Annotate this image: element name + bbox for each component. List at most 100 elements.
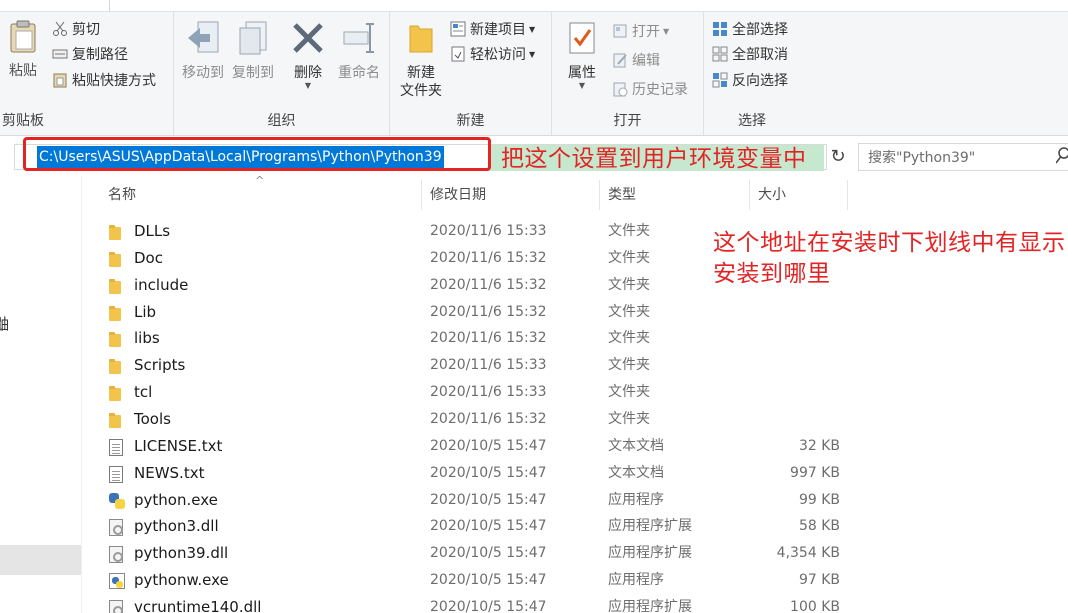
nav-item-selected[interactable] (0, 545, 81, 575)
file-name: Lib (134, 302, 157, 321)
folder-icon (108, 384, 126, 402)
delete-label: 删除 (294, 65, 322, 81)
file-type: 文件夹 (608, 330, 650, 347)
copy-to-button[interactable]: 复制到 (230, 20, 276, 82)
chevron-down-icon: ▼ (663, 26, 670, 36)
select-all-button[interactable]: 全部选择 (712, 18, 788, 40)
chevron-down-icon: ▼ (529, 24, 536, 34)
column-header-name[interactable]: 名称 (100, 180, 422, 210)
paste-button[interactable]: 粘贴 (4, 20, 42, 80)
file-type: 应用程序扩展 (608, 518, 692, 535)
file-row[interactable]: python.exe 2020/10/5 15:47 应用程序 99 KB (100, 487, 860, 514)
copy-to-icon (239, 21, 267, 55)
file-row[interactable]: Scripts 2020/11/6 15:33 文件夹 (100, 352, 860, 379)
rename-button[interactable]: 重命名 (334, 20, 384, 82)
delete-button[interactable]: 删除 ▼ (288, 20, 328, 90)
file-row[interactable]: python3.dll 2020/10/5 15:47 应用程序扩展 58 KB (100, 513, 860, 540)
file-name: python3.dll (134, 517, 219, 536)
file-name: Scripts (134, 356, 186, 375)
select-none-button[interactable]: 全部取消 (712, 43, 788, 65)
text-file-icon (108, 438, 126, 456)
chevron-down-icon: ▼ (578, 81, 586, 90)
file-row[interactable]: libs 2020/11/6 15:32 文件夹 (100, 325, 860, 352)
copy-path-button[interactable]: 复制路径 (52, 43, 128, 65)
file-date: 2020/10/5 15:47 (430, 598, 547, 613)
open-group: 属性 ▼ 打开 ▼ 编辑 历史记录 打开 (552, 12, 704, 135)
new-folder-label-2: 文件夹 (400, 83, 442, 99)
column-header-size[interactable]: 大小 (750, 180, 848, 210)
invert-selection-label: 反向选择 (732, 73, 788, 89)
column-date-label: 修改日期 (430, 187, 486, 203)
move-to-button[interactable]: 移动到 (180, 20, 226, 82)
file-type: 文本文档 (608, 437, 664, 454)
copy-path-label: 复制路径 (72, 47, 128, 63)
cut-label: 剪切 (72, 22, 100, 38)
file-size: 4,354 KB (776, 545, 840, 562)
file-row[interactable]: python39.dll 2020/10/5 15:47 应用程序扩展 4,354 K… (100, 540, 860, 567)
dll-file-icon (108, 518, 126, 537)
file-row[interactable]: Lib 2020/11/6 15:32 文件夹 (100, 299, 860, 326)
properties-button[interactable]: 属性 ▼ (560, 20, 604, 90)
file-date: 2020/11/6 15:33 (430, 357, 547, 374)
file-type: 文件夹 (608, 249, 650, 266)
annotation-red-box (23, 137, 491, 171)
dll-file-icon (108, 599, 126, 613)
file-name: include (134, 275, 189, 294)
file-row[interactable]: LICENSE.txt 2020/10/5 15:47 文本文档 32 KB (100, 433, 860, 460)
select-none-icon (712, 46, 728, 62)
file-name: libs (134, 329, 160, 348)
file-date: 2020/10/5 15:47 (430, 572, 547, 589)
refresh-icon[interactable]: ↻ (828, 146, 848, 168)
invert-selection-button[interactable]: 反向选择 (712, 69, 788, 91)
file-name: NEWS.txt (134, 463, 205, 482)
column-header-type[interactable]: 类型 (600, 180, 750, 210)
invert-selection-icon (712, 72, 728, 88)
new-folder-button[interactable]: 新建 文件夹 (394, 20, 448, 100)
easy-access-label: 轻松访问 (470, 47, 526, 63)
file-date: 2020/11/6 15:32 (430, 303, 547, 320)
file-row[interactable]: Tools 2020/11/6 15:32 文件夹 (100, 406, 860, 433)
column-header-date[interactable]: 修改日期 (422, 180, 600, 210)
easy-access-button[interactable]: 轻松访问 ▼ (450, 43, 535, 65)
file-size: 58 KB (798, 518, 840, 535)
rename-icon (343, 23, 374, 53)
open-button[interactable]: 打开 ▼ (612, 20, 669, 42)
annotation-env-note: 把这个设置到用户环境变量中 (501, 146, 807, 172)
file-size: 997 KB (790, 464, 840, 481)
ribbon-tab[interactable] (0, 0, 110, 12)
column-name-label: 名称 (108, 187, 136, 203)
new-folder-icon (409, 25, 433, 53)
file-row[interactable]: pythonw.exe 2020/10/5 15:47 应用程序 97 KB (100, 567, 860, 594)
organize-group-label: 组织 (267, 113, 296, 129)
copy-to-label: 复制到 (232, 65, 274, 81)
new-item-button[interactable]: 新建项目 ▼ (450, 18, 535, 40)
file-date: 2020/10/5 15:47 (430, 545, 547, 562)
nav-item-label[interactable]: 鼬 (0, 313, 9, 334)
rename-label: 重命名 (338, 65, 380, 81)
paste-shortcut-button[interactable]: 粘贴快捷方式 (52, 69, 156, 91)
edit-button[interactable]: 编辑 (612, 49, 660, 71)
file-date: 2020/11/6 15:33 (430, 384, 547, 401)
delete-x-icon (293, 23, 323, 53)
file-size: 100 KB (790, 598, 840, 613)
select-all-icon (713, 22, 727, 36)
file-name: python.exe (134, 490, 218, 509)
file-type: 应用程序 (608, 572, 664, 589)
search-icon[interactable] (1056, 147, 1068, 165)
cut-button[interactable]: 剪切 (52, 18, 100, 40)
folder-icon (108, 411, 126, 429)
file-type: 文本文档 (608, 464, 664, 481)
column-type-label: 类型 (608, 187, 636, 203)
history-button[interactable]: 历史记录 (612, 78, 688, 100)
file-date: 2020/10/5 15:47 (430, 491, 547, 508)
file-date: 2020/11/6 15:32 (430, 330, 547, 347)
new-item-icon (450, 21, 466, 37)
file-name: Tools (134, 409, 171, 428)
file-type: 文件夹 (608, 357, 650, 374)
file-name: tcl (134, 383, 153, 402)
file-row[interactable]: tcl 2020/11/6 15:33 文件夹 (100, 379, 860, 406)
file-row[interactable]: vcruntime140.dll 2020/10/5 15:47 应用程序扩展 100… (100, 594, 860, 613)
file-row[interactable]: NEWS.txt 2020/10/5 15:47 文本文档 997 KB (100, 460, 860, 487)
folder-icon (108, 330, 126, 348)
folder-icon (108, 357, 126, 375)
